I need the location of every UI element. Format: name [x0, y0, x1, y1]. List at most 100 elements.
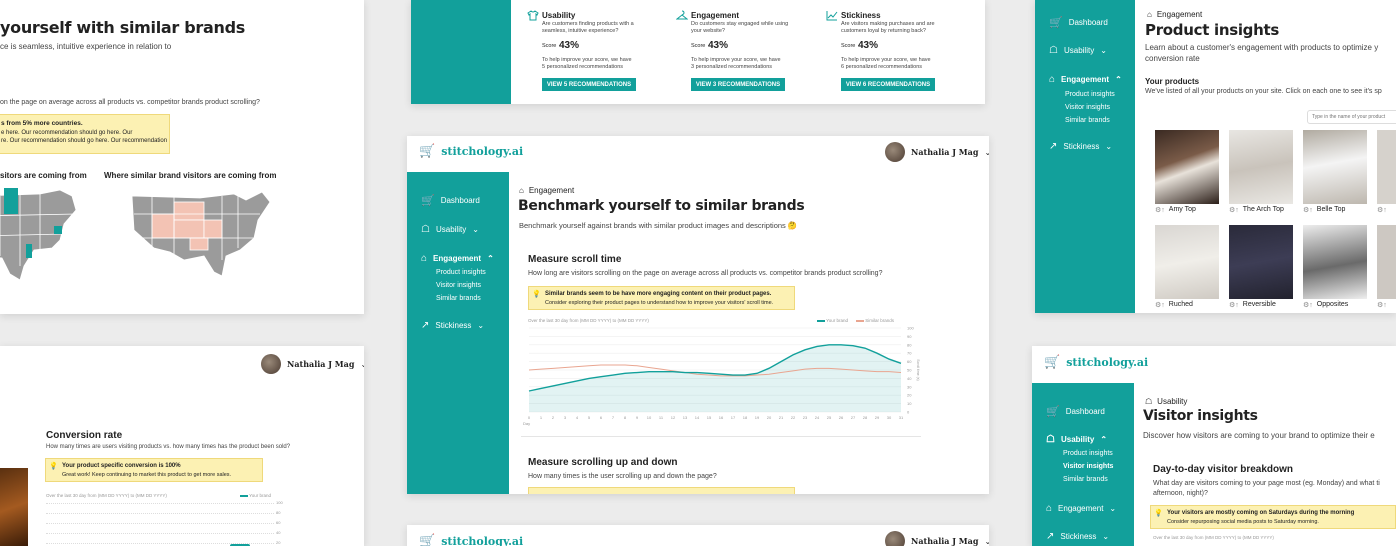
- trend-icon: ↗: [421, 320, 430, 331]
- product-search-input[interactable]: [1307, 110, 1396, 124]
- cart-icon: 🛒: [419, 534, 436, 546]
- chevron-up-icon: ⌃: [1100, 435, 1108, 444]
- y-tick-label: 30: [907, 384, 912, 389]
- view-recommendations-button[interactable]: VIEW 3 RECOMMENDATIONS: [691, 78, 785, 91]
- x-tick-label: 6: [600, 415, 603, 420]
- product-card[interactable]: ⚙↑ Opposites: [1303, 225, 1367, 309]
- user-menu[interactable]: Nathalia J Mag ⌄: [885, 142, 989, 162]
- product-image: [1303, 130, 1367, 204]
- chevron-down-icon: ⌄: [1105, 142, 1113, 151]
- x-tick-label: 5: [588, 415, 591, 420]
- user-menu[interactable]: Nathalia J Mag ⌄: [261, 354, 364, 374]
- x-tick-label: 11: [659, 415, 664, 420]
- product-image: [1377, 130, 1396, 204]
- sidebar-strip: [411, 0, 511, 104]
- product-image: [1377, 225, 1396, 299]
- y-tick-label: 70: [907, 351, 912, 356]
- section-title: Conversion rate: [46, 430, 123, 441]
- y-axis-label: Scroll time (s): [916, 359, 920, 380]
- product-card[interactable]: ⚙↑: [1377, 225, 1396, 309]
- score-value: 43%: [858, 40, 879, 51]
- product-image: [0, 468, 28, 546]
- chevron-up-icon: ⌃: [487, 254, 494, 263]
- user-menu[interactable]: Nathalia J Mag ⌄: [885, 531, 989, 546]
- chevron-down-icon: ⌄: [477, 321, 485, 330]
- sidebar-item-dashboard[interactable]: 🛒 Dashboard: [421, 194, 480, 207]
- logo: 🛒 stitchology.ai: [419, 534, 523, 546]
- section-title-scroll-updown: Measure scrolling up and down: [528, 457, 678, 468]
- sidebar-item-stickiness[interactable]: ↗ Stickiness ⌄: [1046, 531, 1109, 542]
- x-tick-label: 18: [743, 415, 748, 420]
- x-tick-label: 10: [647, 415, 652, 420]
- x-tick-label: 12: [671, 415, 676, 420]
- y-tick-label: 10: [907, 401, 912, 406]
- sidebar-sub-visitor-insights[interactable]: Visitor insights: [1065, 104, 1110, 111]
- page-title: Benchmark yourself to similar brands: [518, 198, 805, 214]
- x-tick-label: 7: [612, 415, 615, 420]
- x-tick-label: 27: [851, 415, 856, 420]
- sidebar-item-stickiness[interactable]: ↗ Stickiness ⌄: [1049, 141, 1112, 152]
- shirt-icon: [527, 10, 539, 21]
- product-icons: ⚙↑: [1303, 302, 1313, 309]
- y-tick-label: 60: [907, 359, 912, 364]
- x-tick-label: 4: [576, 415, 579, 420]
- y-tick-label: 0: [907, 410, 910, 415]
- sidebar-sub-product-insights[interactable]: Product insights: [436, 269, 486, 276]
- sidebar-item-engagement[interactable]: ⌂ Engagement ⌃: [421, 253, 494, 264]
- product-icons: ⚙↑: [1155, 302, 1165, 309]
- sidebar-sub-similar-brands[interactable]: Similar brands: [436, 295, 481, 302]
- sidebar-sub-product-insights[interactable]: Product insights: [1063, 450, 1113, 457]
- lightbulb-icon: 💡: [49, 463, 58, 470]
- card-header-preview: 🛒 stitchology.ai Nathalia J Mag ⌄: [407, 525, 989, 546]
- lightbulb-icon: 💡: [532, 291, 541, 298]
- sidebar-item-dashboard[interactable]: 🛒 Dashboard: [1046, 405, 1105, 418]
- sidebar-sub-similar-brands[interactable]: Similar brands: [1065, 117, 1110, 124]
- x-tick-label: 15: [707, 415, 712, 420]
- x-tick-label: 28: [863, 415, 868, 420]
- sidebar-item-stickiness[interactable]: ↗ Stickiness ⌄: [421, 320, 484, 331]
- sidebar-item-engagement[interactable]: ⌂ Engagement ⌄: [1046, 503, 1116, 514]
- sidebar-sub-visitor-insights[interactable]: Visitor insights: [1063, 463, 1113, 470]
- y-tick-label: 40: [907, 376, 912, 381]
- page-description: Discover how visitors are coming to your…: [1143, 431, 1375, 440]
- us-map-your-brand: [0, 188, 77, 281]
- y-tick-label: 90: [907, 334, 912, 339]
- product-icons: ⚙↑: [1229, 302, 1239, 309]
- x-axis-label: Day: [523, 421, 530, 426]
- view-recommendations-button[interactable]: VIEW 5 RECOMMENDATIONS: [542, 78, 636, 91]
- view-recommendations-button[interactable]: VIEW 6 RECOMMENDATIONS: [841, 78, 935, 91]
- y-tick-label: 20: [907, 393, 912, 398]
- sidebar-item-dashboard[interactable]: 🛒 Dashboard: [1049, 16, 1108, 29]
- score-col-engagement: Engagement Do customers stay engaged whi…: [676, 0, 806, 104]
- x-tick-label: 30: [887, 415, 892, 420]
- product-image: [1155, 130, 1219, 204]
- sidebar-sub-similar-brands[interactable]: Similar brands: [1063, 476, 1108, 483]
- card-product-insights: 🛒 Dashboard ☖ Usability ⌄ ⌂ Engagement ⌃ Prod…: [1035, 0, 1396, 313]
- product-card[interactable]: ⚙↑ Belle Top: [1303, 130, 1367, 214]
- sidebar-item-usability[interactable]: ☖ Usability ⌃: [1046, 434, 1107, 445]
- page-title: Product insights: [1145, 21, 1280, 39]
- hanger-icon: ⌂: [519, 186, 524, 195]
- sidebar-sub-product-insights[interactable]: Product insights: [1065, 91, 1115, 98]
- section-question: How many times are users visiting produc…: [46, 444, 291, 450]
- sidebar-item-usability[interactable]: ☖ Usability ⌄: [421, 224, 479, 235]
- sidebar-item-usability[interactable]: ☖ Usability ⌄: [1049, 45, 1107, 56]
- chart-grid: [46, 499, 274, 546]
- sidebar-sub-visitor-insights[interactable]: Visitor insights: [436, 282, 481, 289]
- x-tick-label: 14: [695, 415, 700, 420]
- product-card[interactable]: ⚙↑ Reversible: [1229, 225, 1293, 309]
- product-card[interactable]: ⚙↑ The Arch Top: [1229, 130, 1293, 214]
- product-card[interactable]: ⚙↑ Amy Top: [1155, 130, 1219, 214]
- sidebar-item-engagement[interactable]: ⌂ Engagement ⌃: [1049, 74, 1122, 85]
- x-tick-label: 1: [540, 415, 543, 420]
- product-card[interactable]: ⚙↑ Ruched: [1155, 225, 1219, 309]
- product-card[interactable]: ⚙↑: [1377, 130, 1396, 214]
- y-tick: 100: [276, 500, 283, 505]
- cart-icon: 🛒: [419, 144, 436, 159]
- chart-caption: Over the last 30 day from (MM DD YYYY) t…: [46, 493, 167, 498]
- logo: 🛒 stitchology.ai: [419, 144, 524, 159]
- x-tick-label: 8: [624, 415, 627, 420]
- page-description: Benchmark yourself against brands with s…: [519, 221, 798, 230]
- breadcrumb: ⌂ Engagement: [519, 186, 575, 195]
- x-tick-label: 24: [815, 415, 820, 420]
